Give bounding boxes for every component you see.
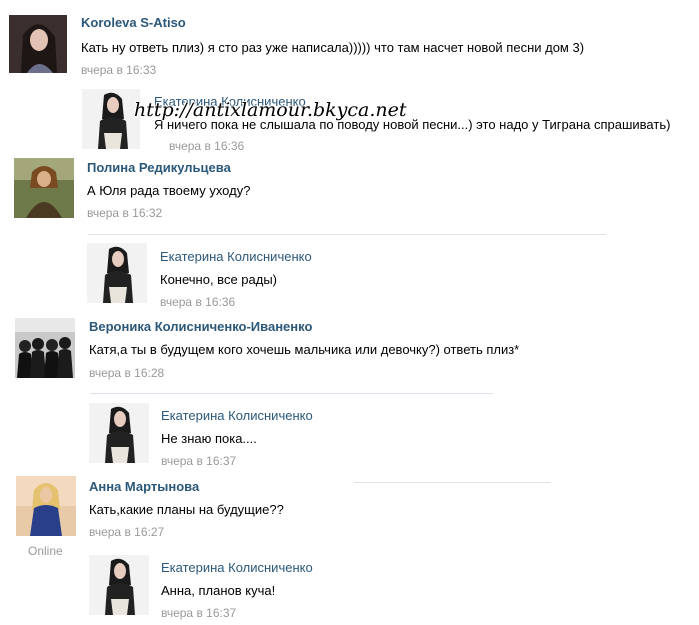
reply-avatar[interactable] — [82, 89, 140, 149]
comment-author[interactable]: Вероника Колисниченко-Иваненко — [89, 319, 312, 334]
reply-time[interactable]: вчера в 16:36 — [160, 295, 235, 309]
comment-text: Кать,какие планы на будущие?? — [89, 502, 284, 517]
commenter-avatar[interactable] — [9, 15, 67, 73]
comment-divider — [354, 482, 551, 483]
reply-text: Анна, планов куча! — [161, 583, 276, 598]
online-status: Online — [28, 544, 63, 558]
reply-author[interactable]: Екатерина Колисниченко — [161, 560, 313, 575]
comment-time[interactable]: вчера в 16:28 — [89, 366, 164, 380]
commenter-avatar[interactable] — [16, 476, 76, 536]
commenter-avatar[interactable] — [15, 318, 75, 378]
comment-text: Катя,а ты в будущем кого хочешь мальчика… — [89, 342, 520, 357]
reply-author[interactable]: Екатерина Колисниченко — [160, 249, 312, 264]
reply-text: Не знаю пока.... — [161, 431, 257, 446]
comment-time[interactable]: вчера в 16:33 — [81, 63, 156, 77]
comment-author[interactable]: Анна Мартынова — [89, 479, 199, 494]
reply-avatar[interactable] — [87, 243, 147, 303]
comment-text: Кать ну ответь плиз) я сто раз уже напис… — [81, 40, 585, 55]
comment-text: А Юля рада твоему уходу? — [87, 183, 251, 198]
watermark-text: http://antixlamour.bkyca.net — [134, 99, 407, 121]
comment-divider — [90, 393, 493, 394]
comment-author[interactable]: Полина Редикульцева — [87, 160, 231, 175]
reply-avatar[interactable] — [89, 555, 149, 615]
reply-avatar[interactable] — [89, 403, 149, 463]
comment-time[interactable]: вчера в 16:32 — [87, 206, 162, 220]
reply-time[interactable]: вчера в 16:36 — [169, 139, 244, 153]
comment-divider — [88, 234, 606, 235]
comment-author[interactable]: Koroleva S-Atiso — [81, 15, 186, 30]
reply-text: Конечно, все рады) — [160, 272, 278, 287]
reply-time[interactable]: вчера в 16:37 — [161, 454, 236, 468]
reply-author[interactable]: Екатерина Колисниченко — [161, 408, 313, 423]
commenter-avatar[interactable] — [14, 158, 74, 218]
reply-time[interactable]: вчера в 16:37 — [161, 606, 236, 620]
comment-time[interactable]: вчера в 16:27 — [89, 525, 164, 539]
